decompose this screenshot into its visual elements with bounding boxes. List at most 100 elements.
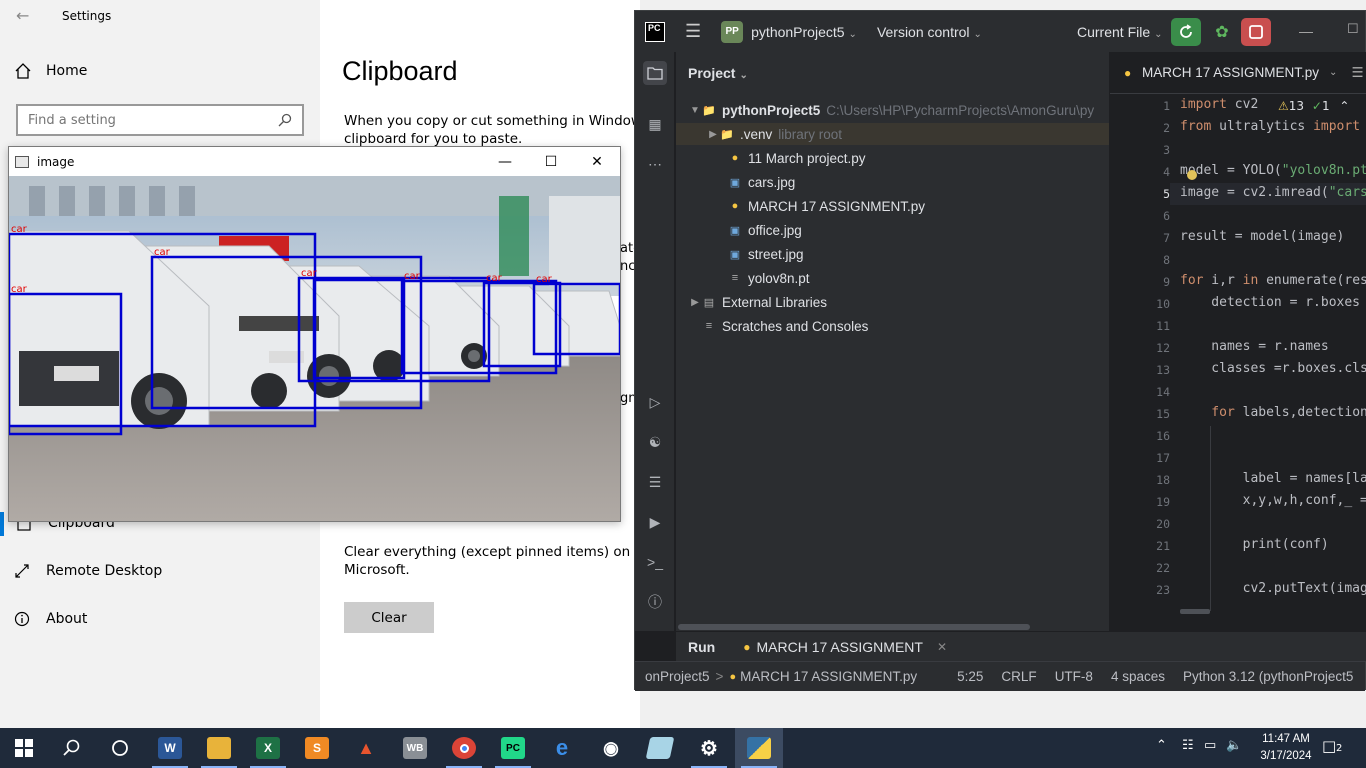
run-tool-icon[interactable]: ▷ bbox=[643, 390, 667, 414]
chevron-up-icon[interactable]: ⌃ bbox=[1339, 99, 1349, 113]
taskbar-chrome[interactable] bbox=[440, 728, 488, 768]
indent-setting[interactable]: 4 spaces bbox=[1111, 669, 1165, 684]
taskbar-python[interactable] bbox=[735, 728, 783, 768]
terminal-icon[interactable]: >_ bbox=[643, 550, 667, 574]
more-icon[interactable]: ⋯ bbox=[643, 152, 667, 176]
run-config-label: Current File bbox=[1077, 23, 1151, 40]
rerun-button[interactable] bbox=[1171, 18, 1201, 46]
chevron-down-icon[interactable]: ⌄ bbox=[1329, 67, 1337, 78]
volume-icon[interactable]: 🔈 bbox=[1226, 738, 1242, 753]
caret-position[interactable]: 5:25 bbox=[957, 669, 983, 684]
code-line: cv2.putText(imag bbox=[1180, 581, 1366, 596]
taskbar-obs[interactable]: ◉ bbox=[587, 728, 635, 768]
keyword: import bbox=[1313, 119, 1361, 134]
stop-button[interactable] bbox=[1241, 18, 1271, 46]
keyword: for bbox=[1180, 273, 1204, 288]
search-input[interactable] bbox=[28, 112, 258, 128]
start-button[interactable] bbox=[0, 728, 48, 768]
collapse-arrow-icon[interactable]: ▶ bbox=[688, 297, 702, 308]
editor-tab-active[interactable]: MARCH 17 ASSIGNMENT.py bbox=[1142, 65, 1319, 80]
info-icon bbox=[14, 611, 30, 627]
vcs-menu[interactable]: Version control ⌄ bbox=[877, 24, 982, 40]
image-window-titlebar[interactable]: image — ☐ ✕ bbox=[9, 147, 620, 176]
packages-icon[interactable]: ☰ bbox=[643, 470, 667, 494]
project-panel-title[interactable]: Project ⌄ bbox=[688, 65, 748, 81]
back-arrow-icon[interactable]: ← bbox=[16, 6, 29, 25]
notification-center[interactable]: □ 2 bbox=[1322, 737, 1352, 759]
line-separator[interactable]: CRLF bbox=[1001, 669, 1036, 684]
home-nav-item[interactable]: Home bbox=[14, 62, 87, 80]
image-window[interactable]: image — ☐ ✕ car car car car car car car bbox=[8, 146, 621, 522]
detection-label: car bbox=[11, 224, 28, 235]
nav-item-remote-desktop[interactable]: Remote Desktop bbox=[14, 563, 162, 579]
tree-item-file[interactable]: ≡ yolov8n.pt bbox=[676, 267, 1109, 289]
chevron-up-icon[interactable]: ⌃ bbox=[1156, 738, 1167, 753]
taskbar-excel[interactable]: X bbox=[244, 728, 292, 768]
taskbar-matlab[interactable]: ▲ bbox=[342, 728, 390, 768]
run-config-selector[interactable]: Current File ⌄ bbox=[1077, 24, 1163, 40]
tree-item-external-libraries[interactable]: ▶ ▤ External Libraries bbox=[676, 291, 1109, 313]
close-icon[interactable]: ✕ bbox=[574, 147, 620, 176]
folder-icon: 📁 bbox=[720, 128, 734, 141]
horizontal-scrollbar[interactable] bbox=[678, 624, 1030, 630]
string-literal: "cars bbox=[1328, 185, 1366, 200]
taskbar-edge[interactable]: e bbox=[538, 728, 586, 768]
collapse-arrow-icon[interactable]: ▶ bbox=[706, 129, 720, 140]
taskbar-word[interactable]: W bbox=[146, 728, 194, 768]
maximize-icon[interactable]: ☐ bbox=[1347, 21, 1359, 37]
lightbulb-icon[interactable] bbox=[1187, 170, 1197, 180]
folder-icon: 📁 bbox=[702, 104, 716, 117]
structure-icon[interactable]: ▦ bbox=[643, 112, 667, 136]
tree-item-root[interactable]: ▼ 📁 pythonProject5 C:\Users\HP\PycharmPr… bbox=[676, 99, 1109, 121]
inspection-widget[interactable]: ⚠13 ✓1 ⌃ bbox=[1278, 99, 1349, 113]
system-clock[interactable]: 11:47 AM 3/17/2024 bbox=[1256, 731, 1316, 765]
tree-item-file[interactable]: ● MARCH 17 ASSIGNMENT.py bbox=[676, 195, 1109, 217]
line-number: 15 bbox=[1156, 407, 1170, 421]
folder-icon bbox=[207, 737, 231, 759]
tree-item-file[interactable]: ▣ street.jpg bbox=[676, 243, 1109, 265]
close-icon[interactable]: ✕ bbox=[937, 640, 947, 654]
search-taskbar-button[interactable] bbox=[48, 728, 96, 768]
taskbar-workbench[interactable]: WB bbox=[391, 728, 439, 768]
pycharm-window[interactable]: PC ☰ PP pythonProject5 ⌄ Version control ⌄… bbox=[634, 10, 1366, 691]
services-icon[interactable]: ▶ bbox=[643, 510, 667, 534]
taskbar-pycharm[interactable]: PC bbox=[489, 728, 537, 768]
tree-item-scratches[interactable]: ≡ Scratches and Consoles bbox=[676, 315, 1109, 337]
tab-menu-icon[interactable]: ☰ bbox=[1351, 65, 1363, 81]
tree-item-venv[interactable]: ▶ 📁 .venv library root bbox=[676, 123, 1109, 145]
project-folder-icon[interactable] bbox=[643, 61, 667, 85]
network-icon[interactable]: ☷ bbox=[1182, 738, 1194, 753]
nav-item-about[interactable]: About bbox=[14, 611, 87, 627]
desc-line: Microsoft. bbox=[344, 562, 410, 578]
tree-item-file[interactable]: ▣ cars.jpg bbox=[676, 171, 1109, 193]
tree-item-file[interactable]: ● 11 March project.py bbox=[676, 147, 1109, 169]
taskbar-sublime[interactable]: S bbox=[293, 728, 341, 768]
battery-icon[interactable]: ▭ bbox=[1204, 738, 1216, 753]
file-name: 11 March project.py bbox=[748, 150, 866, 166]
maximize-icon[interactable]: ☐ bbox=[528, 147, 574, 176]
taskbar-notepad[interactable] bbox=[636, 728, 684, 768]
breadcrumb-file[interactable]: MARCH 17 ASSIGNMENT.py bbox=[740, 669, 917, 684]
project-selector[interactable]: pythonProject5 ⌄ bbox=[751, 24, 857, 40]
minimize-icon[interactable]: — bbox=[482, 147, 528, 176]
settings-search-box[interactable] bbox=[16, 104, 304, 136]
code-editor[interactable]: ● MARCH 17 ASSIGNMENT.py ⌄ ☰ ⚠13 ✓1 ⌃ 1 … bbox=[1110, 52, 1366, 631]
code-line: import cv2 bbox=[1180, 97, 1258, 112]
editor-hscroll[interactable] bbox=[1180, 609, 1210, 614]
cortana-button[interactable] bbox=[96, 728, 144, 768]
python-interpreter[interactable]: Python 3.12 (pythonProject5 bbox=[1183, 669, 1353, 684]
taskbar-file-explorer[interactable] bbox=[195, 728, 243, 768]
taskbar-settings[interactable]: ⚙ bbox=[685, 728, 733, 768]
problems-icon[interactable]: ⓘ bbox=[643, 590, 667, 614]
minimize-icon[interactable]: — bbox=[1299, 23, 1313, 39]
run-tab[interactable]: MARCH 17 ASSIGNMENT bbox=[756, 639, 922, 655]
tree-item-file[interactable]: ▣ office.jpg bbox=[676, 219, 1109, 241]
clear-button[interactable]: Clear bbox=[344, 602, 434, 633]
python-console-icon[interactable]: ☯ bbox=[643, 430, 667, 454]
main-menu-icon[interactable]: ☰ bbox=[685, 21, 701, 42]
notepad-icon bbox=[645, 737, 675, 759]
expand-arrow-icon[interactable]: ▼ bbox=[688, 105, 702, 116]
breadcrumb-project[interactable]: onProject5 bbox=[645, 669, 710, 684]
debug-icon[interactable]: ✿ bbox=[1209, 19, 1235, 45]
file-encoding[interactable]: UTF-8 bbox=[1055, 669, 1093, 684]
